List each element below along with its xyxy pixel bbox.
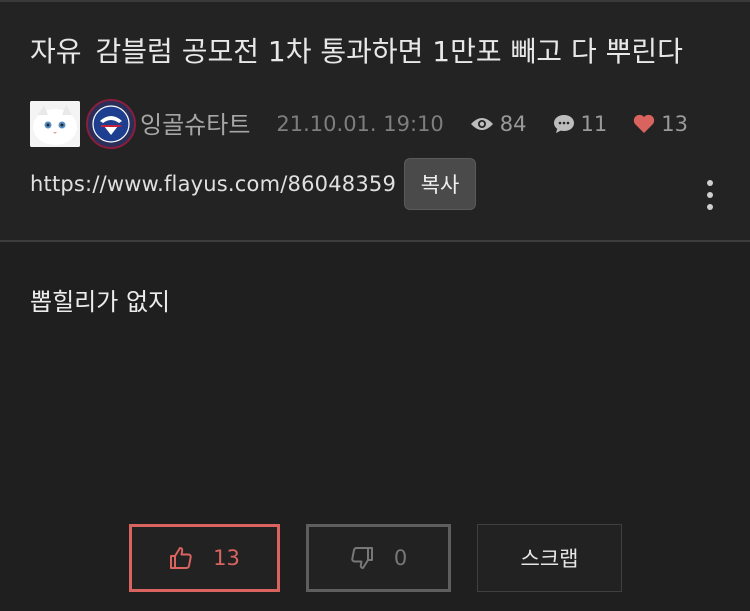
view-count: 84 bbox=[470, 112, 527, 136]
heart-icon bbox=[634, 114, 655, 133]
post-title-text: 감블럼 공모전 1차 통과하면 1만포 빼고 다 뿌린다 bbox=[95, 35, 683, 68]
dislike-button[interactable]: 0 bbox=[306, 524, 451, 592]
more-vertical-icon[interactable] bbox=[700, 180, 720, 210]
post-datetime: 21.10.01. 19:10 bbox=[276, 112, 444, 136]
like-count-value: 13 bbox=[661, 112, 688, 136]
header-divider bbox=[0, 240, 750, 242]
more-dot bbox=[707, 180, 713, 186]
more-dot bbox=[707, 192, 713, 198]
more-dot bbox=[707, 204, 713, 210]
cat-avatar-icon bbox=[30, 101, 80, 147]
post-header: 자유 감블럼 공모전 1차 통과하면 1만포 빼고 다 뿌린다 잉골슈타트 21… bbox=[0, 2, 750, 240]
copy-url-button[interactable]: 복사 bbox=[404, 158, 477, 210]
view-count-value: 84 bbox=[499, 112, 527, 136]
like-button[interactable]: 13 bbox=[129, 524, 280, 592]
post-category[interactable]: 자유 bbox=[30, 35, 82, 68]
like-count: 13 bbox=[633, 112, 688, 136]
thumbs-down-icon bbox=[351, 547, 373, 569]
scrap-button[interactable]: 스크랩 bbox=[477, 524, 622, 592]
comment-count: 11 bbox=[553, 112, 608, 136]
team-badge-icon bbox=[86, 99, 136, 149]
post-body: 뽑힐리가 없지 bbox=[30, 288, 171, 316]
scrap-button-label: 스크랩 bbox=[520, 547, 579, 571]
like-button-count: 13 bbox=[213, 546, 240, 570]
avatar[interactable] bbox=[30, 101, 80, 147]
post-title: 자유 감블럼 공모전 1차 통과하면 1만포 빼고 다 뿌린다 bbox=[30, 32, 730, 72]
post-url[interactable]: https://www.flayus.com/86048359 bbox=[30, 172, 396, 196]
eye-icon bbox=[470, 118, 493, 130]
comment-icon bbox=[553, 115, 574, 133]
thumbs-up-icon bbox=[170, 547, 192, 569]
dislike-button-count: 0 bbox=[393, 546, 408, 570]
comment-count-value: 11 bbox=[580, 112, 608, 136]
post-meta: 잉골슈타트 21.10.01. 19:10 84 11 13 bbox=[30, 99, 730, 149]
post-url-row: https://www.flayus.com/86048359 복사 bbox=[30, 158, 730, 210]
author-name[interactable]: 잉골슈타트 bbox=[140, 105, 250, 140]
